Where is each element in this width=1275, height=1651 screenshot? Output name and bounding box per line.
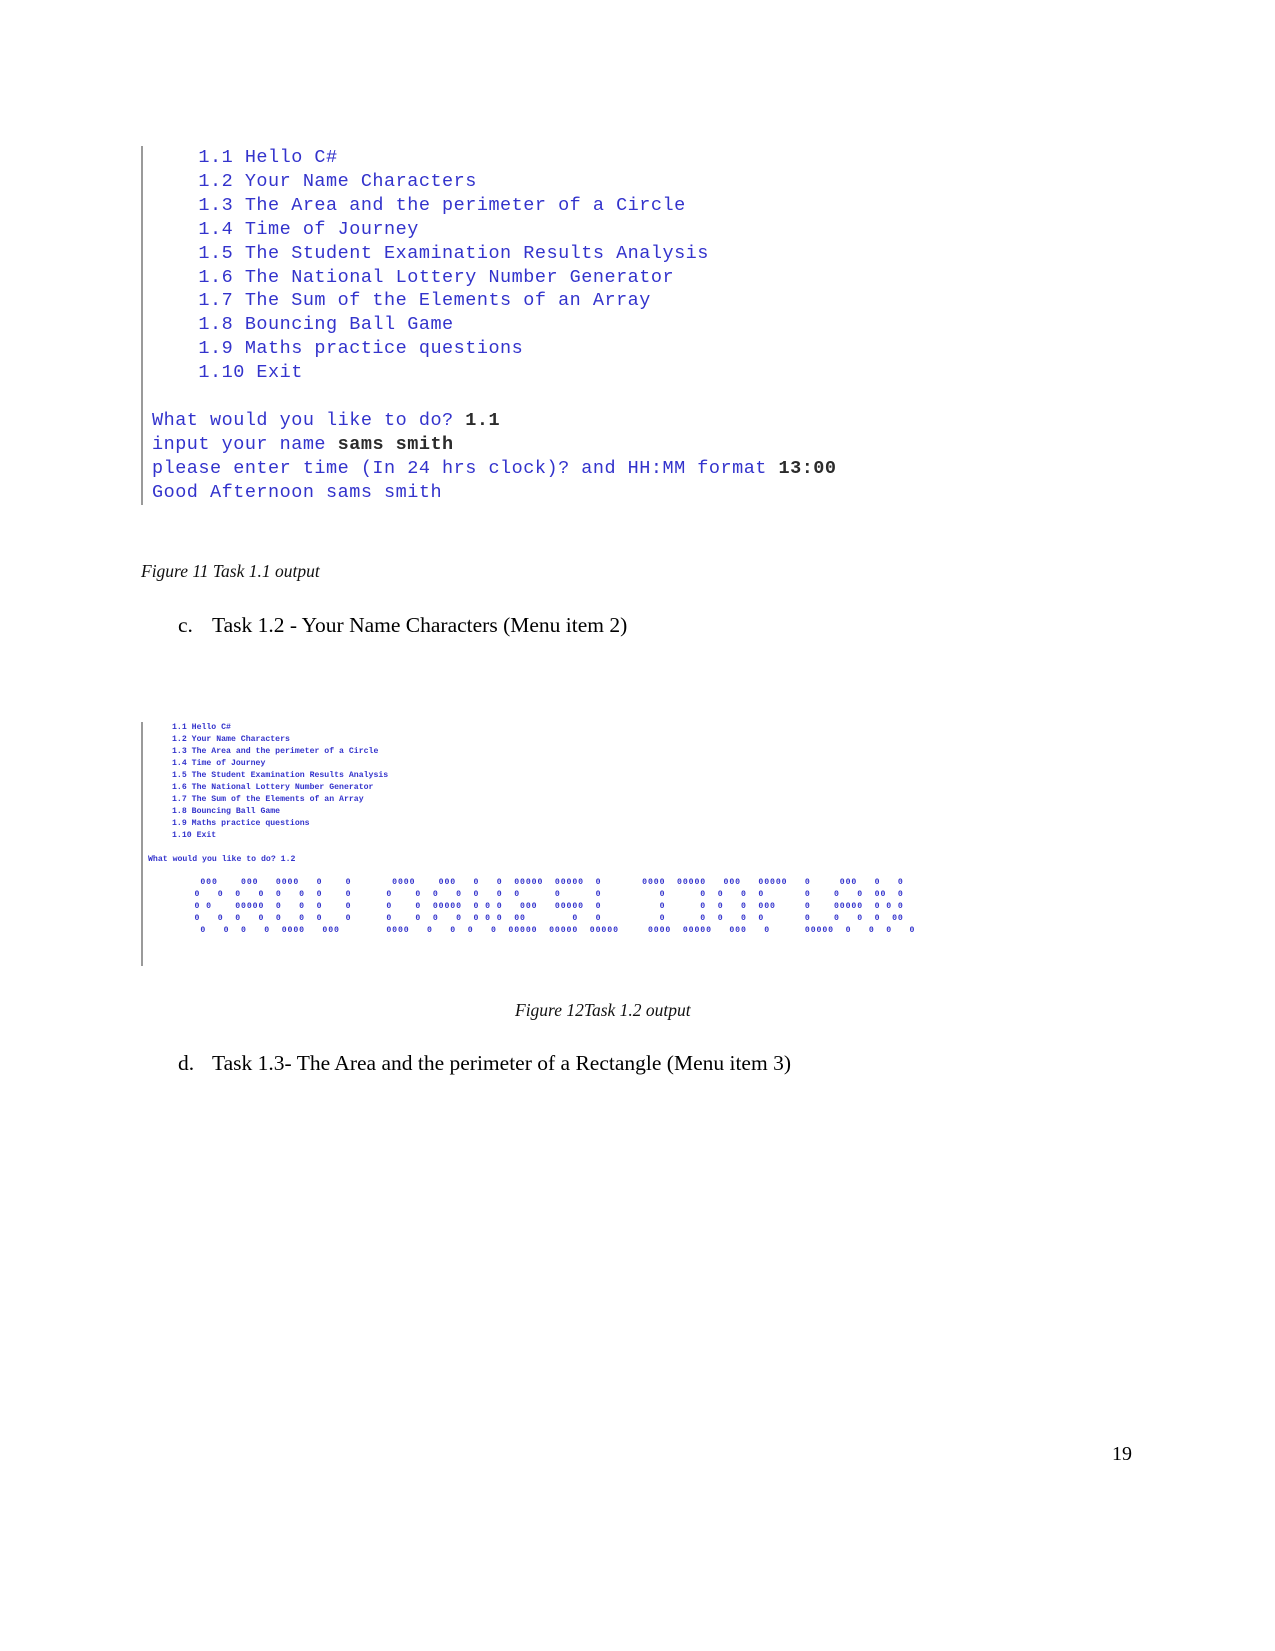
heading-d-text: Task 1.3- The Area and the perimeter of … [212,1051,791,1075]
user-input-menu-choice: 1.1 [465,409,501,431]
console-menu-block-1: 1.1 Hello C# 1.2 Your Name Characters 1.… [152,146,1041,505]
menu-line-1-7: 1.7 The Sum of the Elements of an Array [152,290,651,312]
menu-line-1-6: 1.6 The National Lottery Number Generato… [152,266,675,288]
figure-caption-12: Figure 12Task 1.2 output [515,1000,691,1020]
menu2-line-1-8: 1.8 Bouncing Ball Game [172,807,281,817]
heading-task-1-2: c. Task 1.2 - Your Name Characters (Menu … [178,613,627,638]
menu2-line-1-5: 1.5 The Student Examination Results Anal… [172,771,389,781]
menu-line-1-3: 1.3 The Area and the perimeter of a Circ… [152,194,686,216]
prompt-input-your-name: input your name [152,433,338,455]
menu-line-1-9: 1.9 Maths practice questions [152,338,524,360]
console-menu-block-2: 1.1 Hello C# 1.2 Your Name Characters 1.… [148,722,1041,842]
menu2-line-1-7: 1.7 The Sum of the Elements of an Array [172,795,364,805]
menu2-line-1-6: 1.6 The National Lottery Number Generato… [172,783,374,793]
page-number: 19 [1112,1443,1132,1465]
banner-row-4: 0 0 0 0 0 0 0 0 0 0 0 0 0 0 0 00 0 0 0 0… [148,913,904,923]
document-page: 1.1 Hello C# 1.2 Your Name Characters 1.… [0,0,1275,1651]
console-prompt-block-2: What would you like to do? 1.2 [148,854,1041,866]
user-input-menu-choice-2: 1.2 [280,855,296,865]
heading-d-marker: d. [178,1051,195,1075]
figure-caption-11: Figure 11 Task 1.1 output [141,561,320,581]
menu-line-1-5: 1.5 The Student Examination Results Anal… [152,242,709,264]
menu-line-1-4: 1.4 Time of Journey [152,218,419,240]
menu2-line-1-9: 1.9 Maths practice questions [172,819,310,829]
banner-row-1: 000 000 0000 0 0 0000 000 0 0 00000 0000… [148,877,904,887]
heading-c-marker: c. [178,613,193,637]
user-input-time: 13:00 [778,457,837,479]
output-greeting: Good Afternoon sams smith [152,481,443,503]
menu-line-1-10: 1.10 Exit [152,362,303,384]
menu2-line-1-10: 1.10 Exit [172,831,217,841]
banner-row-2: 0 0 0 0 0 0 0 0 0 0 0 0 0 0 0 0 0 0 0 0 … [148,889,904,899]
menu2-line-1-3: 1.3 The Area and the perimeter of a Circ… [172,747,379,757]
banner-row-5: 0 0 0 0 0000 000 0000 0 0 0 0 00000 0000… [148,925,916,935]
heading-task-1-3: d. Task 1.3- The Area and the perimeter o… [178,1051,791,1076]
console-output-figure-12: 1.1 Hello C# 1.2 Your Name Characters 1.… [141,722,1041,966]
menu-line-1-1: 1.1 Hello C# [152,147,338,168]
menu-line-1-8: 1.8 Bouncing Ball Game [152,314,454,336]
ascii-art-name-banner: 000 000 0000 0 0 0000 000 0 0 00000 0000… [148,877,1041,937]
menu2-line-1-1: 1.1 Hello C# [172,723,231,732]
prompt2-what-would-you-like-to-do: What would you like to do? [148,855,281,865]
user-input-name: sams smith [337,433,454,455]
menu2-line-1-4: 1.4 Time of Journey [172,759,266,769]
heading-c-text: Task 1.2 - Your Name Characters (Menu it… [212,613,628,637]
banner-row-3: 0 0 00000 0 0 0 0 0 0 00000 0 0 0 000 00… [148,901,904,911]
console-output-figure-11: 1.1 Hello C# 1.2 Your Name Characters 1.… [141,146,1041,505]
prompt-what-would-you-like-to-do: What would you like to do? [152,409,466,431]
menu-line-1-2: 1.2 Your Name Characters [152,170,477,192]
menu2-line-1-2: 1.2 Your Name Characters [172,735,290,745]
prompt-enter-time: please enter time (In 24 hrs clock)? and… [152,457,779,479]
